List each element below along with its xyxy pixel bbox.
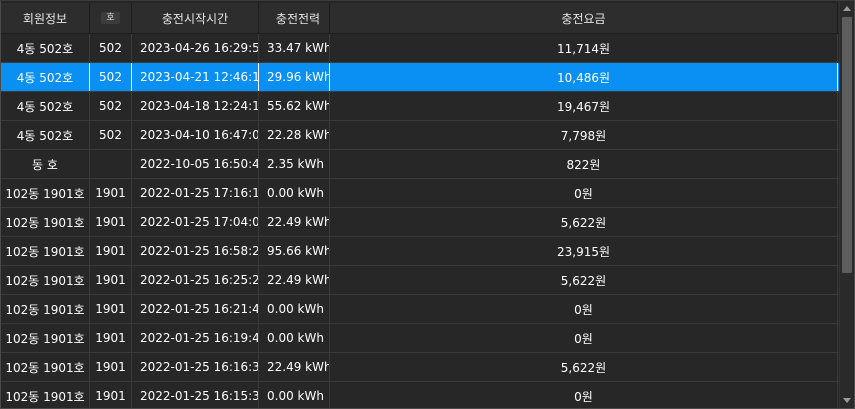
cell-unit: 1901 (90, 382, 132, 408)
cell-unit: 1901 (90, 179, 132, 207)
cell-member: 102동 1901호 (1, 324, 90, 352)
charging-history-panel: 회원정보 호 충전시작시간 충전전력 충전요금 4동 502호 502 2023-0… (0, 0, 855, 409)
cell-fee: 11,714원 (330, 34, 838, 62)
table-row[interactable]: 102동 1901호 1901 2022-01-25 16:58:27 95.66 k… (1, 237, 839, 266)
cell-power: 29.96 kWh (259, 63, 330, 91)
cell-fee: 5,622원 (330, 353, 838, 381)
table-row[interactable]: 102동 1901호 1901 2022-01-25 17:04:03 22.49 k… (1, 208, 839, 237)
cell-start-time: 2023-04-21 12:46:12 (132, 63, 259, 91)
column-header-unit[interactable]: 호 (90, 3, 132, 33)
cell-unit: 502 (90, 34, 132, 62)
cell-start-time: 2022-01-25 16:16:39 (132, 353, 259, 381)
scroll-up-icon[interactable] (843, 6, 851, 11)
cell-start-time: 2022-01-25 17:04:03 (132, 208, 259, 236)
cell-member: 102동 1901호 (1, 382, 90, 408)
cell-fee: 5,622원 (330, 208, 838, 236)
cell-start-time: 2023-04-18 12:24:13 (132, 92, 259, 120)
cell-power: 22.49 kWh (259, 208, 330, 236)
cell-member: 4동 502호 (1, 92, 90, 120)
cell-fee: 0원 (330, 179, 838, 207)
cell-member: 102동 1901호 (1, 353, 90, 381)
cell-power: 0.00 kWh (259, 295, 330, 323)
cell-unit: 502 (90, 92, 132, 120)
cell-fee: 5,622원 (330, 266, 838, 294)
cell-member: 102동 1901호 (1, 295, 90, 323)
cell-member: 102동 1901호 (1, 208, 90, 236)
table-row[interactable]: 102동 1901호 1901 2022-01-25 16:15:35 0.00 kW… (1, 382, 839, 408)
cell-fee: 0원 (330, 295, 838, 323)
cell-unit: 502 (90, 121, 132, 149)
cell-power: 0.00 kWh (259, 324, 330, 352)
cell-start-time: 2022-01-25 16:21:41 (132, 295, 259, 323)
cell-unit: 1901 (90, 324, 132, 352)
column-header-member[interactable]: 회원정보 (1, 3, 90, 33)
table-row[interactable]: 102동 1901호 1901 2022-01-25 17:16:13 0.00 kW… (1, 179, 839, 208)
cell-member: 동 호 (1, 150, 90, 178)
cell-power: 22.49 kWh (259, 266, 330, 294)
cell-power: 0.00 kWh (259, 179, 330, 207)
cell-member: 4동 502호 (1, 121, 90, 149)
cell-power: 95.66 kWh (259, 237, 330, 265)
table-row[interactable]: 102동 1901호 1901 2022-01-25 16:25:23 22.49 k… (1, 266, 839, 295)
cell-member: 102동 1901호 (1, 237, 90, 265)
table-row[interactable]: 4동 502호 502 2023-04-18 12:24:13 55.62 kWh 19… (1, 92, 839, 121)
table-row[interactable]: 102동 1901호 1901 2022-01-25 16:16:39 22.49 k… (1, 353, 839, 382)
table-row[interactable]: 4동 502호 502 2023-04-21 12:46:12 29.96 kWh 10… (1, 63, 839, 92)
table-row[interactable]: 102동 1901호 1901 2022-01-25 16:19:48 0.00 kW… (1, 324, 839, 353)
cell-power: 2.35 kWh (259, 150, 330, 178)
cell-fee: 23,915원 (330, 237, 838, 265)
cell-unit (90, 150, 132, 178)
table-header: 회원정보 호 충전시작시간 충전전력 충전요금 (1, 3, 839, 34)
column-header-fee[interactable]: 충전요금 (330, 3, 838, 33)
cell-start-time: 2023-04-10 16:47:07 (132, 121, 259, 149)
cell-unit: 502 (90, 63, 132, 91)
table-row[interactable]: 4동 502호 502 2023-04-10 16:47:07 22.28 kWh 7,… (1, 121, 839, 150)
cell-power: 0.00 kWh (259, 382, 330, 408)
cell-fee: 0원 (330, 382, 838, 408)
cell-unit: 1901 (90, 237, 132, 265)
scrollbar-thumb[interactable] (842, 17, 852, 273)
cell-fee: 10,486원 (330, 63, 838, 91)
cell-start-time: 2022-01-25 17:16:13 (132, 179, 259, 207)
cell-fee: 0원 (330, 324, 838, 352)
cell-member: 102동 1901호 (1, 266, 90, 294)
cell-start-time: 2022-01-25 16:15:35 (132, 382, 259, 408)
table-body: 4동 502호 502 2023-04-26 16:29:58 33.47 kWh 11… (1, 34, 839, 408)
cell-unit: 1901 (90, 295, 132, 323)
cell-unit: 1901 (90, 208, 132, 236)
cell-start-time: 2022-01-25 16:58:27 (132, 237, 259, 265)
cell-power: 22.28 kWh (259, 121, 330, 149)
table-row[interactable]: 102동 1901호 1901 2022-01-25 16:21:41 0.00 kW… (1, 295, 839, 324)
table-row[interactable]: 동 호 2022-10-05 16:50:48 2.35 kWh 822원 (1, 150, 839, 179)
cell-unit: 1901 (90, 266, 132, 294)
cell-member: 102동 1901호 (1, 179, 90, 207)
cell-fee: 822원 (330, 150, 838, 178)
cell-start-time: 2022-01-25 16:25:23 (132, 266, 259, 294)
cell-member: 4동 502호 (1, 63, 90, 91)
charging-history-table: 회원정보 호 충전시작시간 충전전력 충전요금 4동 502호 502 2023-0… (1, 3, 839, 408)
cell-member: 4동 502호 (1, 34, 90, 62)
cell-start-time: 2022-10-05 16:50:48 (132, 150, 259, 178)
cell-power: 22.49 kWh (259, 353, 330, 381)
cell-start-time: 2023-04-26 16:29:58 (132, 34, 259, 62)
scroll-down-icon[interactable] (843, 398, 851, 403)
vertical-scrollbar[interactable] (839, 1, 854, 408)
cell-start-time: 2022-01-25 16:19:48 (132, 324, 259, 352)
cell-fee: 7,798원 (330, 121, 838, 149)
cell-power: 55.62 kWh (259, 92, 330, 120)
table-row[interactable]: 4동 502호 502 2023-04-26 16:29:58 33.47 kWh 11… (1, 34, 839, 63)
cell-fee: 19,467원 (330, 92, 838, 120)
cell-power: 33.47 kWh (259, 34, 330, 62)
column-header-start-time[interactable]: 충전시작시간 (132, 3, 259, 33)
cell-unit: 1901 (90, 353, 132, 381)
column-header-power[interactable]: 충전전력 (259, 3, 330, 33)
